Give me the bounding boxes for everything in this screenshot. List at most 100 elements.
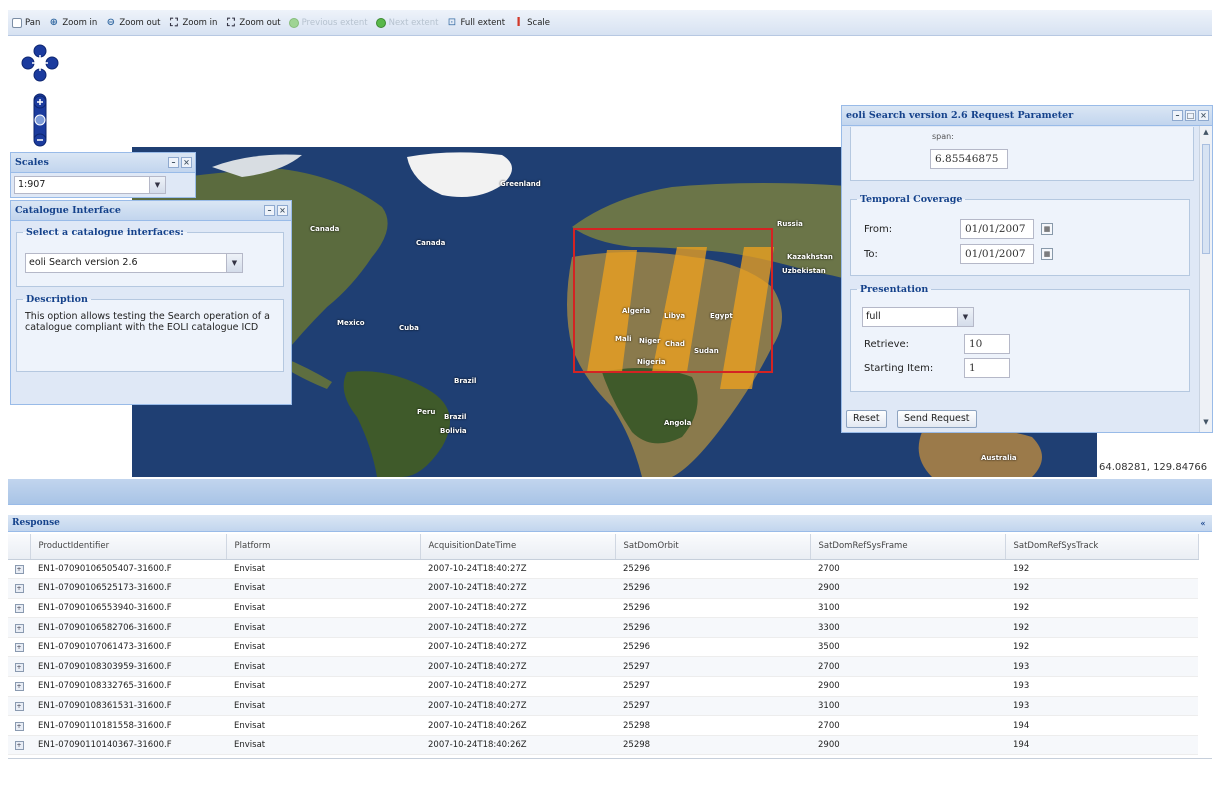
scrollbar-thumb[interactable] (1202, 144, 1210, 254)
to-date-value: 01/01/2007 (965, 248, 1026, 260)
table-row[interactable]: + EN1-07090106525173-31600.F Envisat 2007-1… (8, 578, 1198, 599)
table-cell: EN1-07090106553940-31600.F (30, 598, 226, 619)
zoom-out-button[interactable]: ⊖ Zoom out (105, 17, 161, 28)
table-cell: Envisat (226, 559, 420, 580)
table-cell: 2700 (810, 656, 1005, 678)
cursor-coordinates: 64.08281, 129.84766 (1099, 462, 1208, 473)
row-expand-icon[interactable]: + (14, 721, 24, 731)
maximize-icon[interactable]: □ (1185, 110, 1196, 121)
row-expand-icon[interactable]: + (14, 643, 24, 653)
continent-australia (918, 428, 1042, 477)
chevron-down-icon[interactable]: ▼ (226, 254, 242, 272)
row-expander-cell: + (8, 696, 30, 717)
table-row[interactable]: + EN1-07090108303959-31600.F Envisat 2007-1… (8, 656, 1198, 678)
request-panel-header: eoli Search version 2.6 Request Paramete… (842, 106, 1212, 126)
column-header-platform[interactable]: Platform (226, 534, 421, 560)
table-cell: 2007-10-24T18:40:27Z (420, 578, 615, 599)
zoom-box-out-icon: ⛶ (227, 16, 235, 29)
zoom-slider-thumb[interactable] (34, 114, 46, 126)
row-expand-icon[interactable]: + (14, 603, 24, 613)
row-expand-icon[interactable]: + (14, 564, 24, 574)
row-expander-cell: + (8, 617, 30, 638)
table-row[interactable]: + EN1-07090110181558-31600.F Envisat 2007-1… (8, 715, 1198, 736)
row-expand-icon[interactable]: + (14, 682, 24, 692)
full-extent-icon: ⊡ (447, 17, 457, 28)
catalogue-interface-select[interactable]: eoli Search version 2.6 ▼ (25, 253, 243, 273)
request-panel-scrollbar[interactable]: ▲ ▼ (1199, 126, 1212, 432)
scale-button[interactable]: I Scale (513, 16, 551, 28)
presentation-select[interactable]: full ▼ (862, 307, 974, 327)
table-row[interactable]: + EN1-07090108332765-31600.F Envisat 2007-1… (8, 676, 1198, 697)
grid-bottom-border (8, 758, 1212, 759)
to-date-field[interactable]: 01/01/2007 ▦ (960, 244, 1053, 264)
chevron-down-icon[interactable]: ▼ (149, 177, 165, 193)
row-expand-icon[interactable]: + (14, 623, 24, 633)
calendar-icon[interactable]: ▦ (1041, 248, 1053, 260)
zoom-out-box-button[interactable]: ⛶ Zoom out (225, 16, 281, 29)
row-expander-cell: + (8, 559, 30, 580)
table-cell: 2007-10-24T18:40:26Z (420, 715, 615, 736)
label-cuba: Cuba (399, 324, 419, 332)
next-extent-button[interactable]: Next extent (375, 17, 439, 28)
column-header-sat-dom-orbit[interactable]: SatDomOrbit (615, 534, 811, 560)
label-mali: Mali (615, 335, 632, 343)
row-expander-cell: + (8, 578, 30, 599)
table-cell: 3100 (810, 598, 1005, 619)
table-cell: 2007-10-24T18:40:27Z (420, 676, 615, 697)
table-row[interactable]: + EN1-07090106582706-31600.F Envisat 2007-1… (8, 617, 1198, 638)
to-label: To: (864, 249, 878, 260)
chevron-down-icon[interactable]: ▼ (957, 308, 973, 326)
scales-panel: Scales – × 1:907 ▼ (10, 152, 196, 198)
scale-select[interactable]: 1:907 ▼ (14, 176, 166, 194)
retrieve-field[interactable]: 10 (964, 334, 1010, 354)
table-row[interactable]: + EN1-07090106553940-31600.F Envisat 2007-1… (8, 598, 1198, 619)
from-date-value: 01/01/2007 (965, 223, 1026, 235)
collapse-icon[interactable]: « (1198, 518, 1208, 528)
table-row[interactable]: + EN1-07090108361531-31600.F Envisat 2007-1… (8, 696, 1198, 717)
minimize-icon[interactable]: – (1172, 110, 1183, 121)
row-expand-icon[interactable]: + (14, 741, 24, 751)
send-request-button[interactable]: Send Request (897, 410, 977, 428)
full-extent-button[interactable]: ⊡ Full extent (447, 17, 505, 28)
table-cell: 25296 (615, 578, 810, 599)
column-header-product-identifier[interactable]: ProductIdentifier (30, 534, 227, 560)
column-header-sat-dom-ref-sys-track[interactable]: SatDomRefSysTrack (1005, 534, 1199, 560)
starting-item-field[interactable]: 1 (964, 358, 1010, 378)
pan-button[interactable]: Pan (12, 17, 40, 28)
zoom-in-button[interactable]: ⊕ Zoom in (48, 17, 98, 28)
close-icon[interactable]: × (181, 157, 192, 168)
catalogue-interface-panel: Catalogue Interface – × Select a catalog… (10, 200, 292, 405)
description-fieldset: Description This option allows testing t… (16, 294, 284, 372)
table-row[interactable]: + EN1-07090110140367-31600.F Envisat 2007-1… (8, 735, 1198, 756)
minimize-icon[interactable]: – (168, 157, 179, 168)
table-cell: 192 (1005, 559, 1198, 580)
calendar-icon[interactable]: ▦ (1041, 223, 1053, 235)
row-expand-icon[interactable]: + (14, 662, 24, 672)
previous-extent-button[interactable]: Previous extent (288, 17, 368, 28)
table-row[interactable]: + EN1-07090107061473-31600.F Envisat 2007-1… (8, 637, 1198, 658)
retrieve-label: Retrieve: (864, 339, 910, 350)
zoom-in-box-button[interactable]: ⛶ Zoom in (168, 17, 217, 28)
from-date-field[interactable]: 01/01/2007 ▦ (960, 219, 1053, 239)
minimize-icon[interactable]: – (264, 205, 275, 216)
label-nigeria: Nigeria (637, 358, 666, 366)
label-brazil: Brazil (454, 377, 477, 385)
table-row[interactable]: + EN1-07090106505407-31600.F Envisat 2007-1… (8, 559, 1198, 580)
table-cell: Envisat (226, 656, 420, 678)
row-expand-icon[interactable]: + (14, 701, 24, 711)
scale-label: Scale (527, 17, 551, 28)
reset-button[interactable]: Reset (846, 410, 887, 428)
scroll-down-icon[interactable]: ▼ (1200, 418, 1212, 430)
request-panel-title: eoli Search version 2.6 Request Paramete… (846, 110, 1074, 121)
close-icon[interactable]: × (277, 205, 288, 216)
column-header-sat-dom-ref-sys-frame[interactable]: SatDomRefSysFrame (810, 534, 1006, 560)
close-icon[interactable]: × (1198, 110, 1209, 121)
table-cell: 2900 (810, 735, 1005, 756)
forward-arrow-icon (375, 17, 386, 28)
row-expand-icon[interactable]: + (14, 584, 24, 594)
table-cell: Envisat (226, 637, 420, 658)
label-algeria: Algeria (622, 307, 651, 315)
scroll-up-icon[interactable]: ▲ (1200, 128, 1212, 140)
column-header-acquisition-datetime[interactable]: AcquisitionDateTime (420, 534, 616, 560)
spatial-value-field[interactable]: 6.85546875 (930, 149, 1008, 169)
